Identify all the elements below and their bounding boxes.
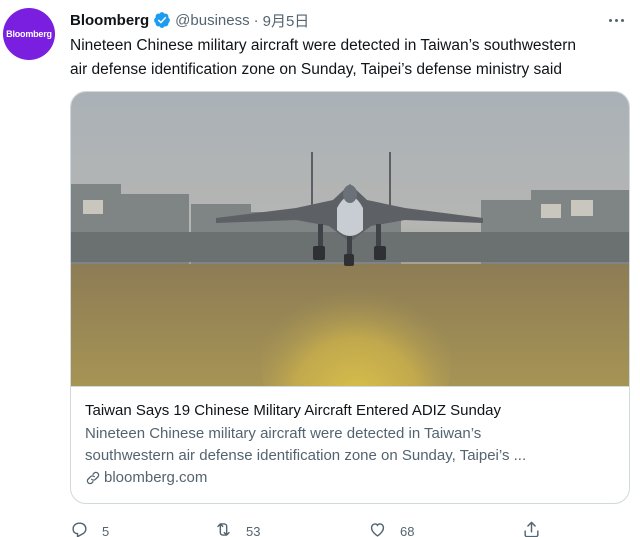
header-separator: · bbox=[253, 11, 259, 29]
handle[interactable]: @business bbox=[175, 12, 249, 29]
share-icon bbox=[522, 520, 541, 537]
reply-count: 5 bbox=[102, 523, 110, 537]
reply-icon bbox=[70, 520, 89, 537]
card-title: Taiwan Says 19 Chinese Military Aircraft… bbox=[85, 402, 502, 419]
card-image[interactable] bbox=[71, 92, 629, 452]
verified-badge-icon bbox=[153, 11, 171, 29]
link-icon bbox=[85, 470, 101, 486]
tweet-text-line: Nineteen Chinese military aircraft were … bbox=[70, 37, 577, 54]
tweet-text: Nineteen Chinese military aircraft were … bbox=[70, 34, 630, 82]
display-name[interactable]: Bloomberg bbox=[70, 12, 149, 29]
reply-button[interactable]: 5 bbox=[70, 520, 109, 537]
card-domain[interactable]: bloomberg.com bbox=[85, 468, 207, 488]
card-body[interactable]: Taiwan Says 19 Chinese Military Aircraft… bbox=[71, 386, 629, 503]
tweet[interactable]: Bloomberg Bloomberg @business · 9月5日 Nin… bbox=[0, 0, 640, 537]
timestamp[interactable]: 9月5日 bbox=[263, 10, 310, 31]
tweet-header: Bloomberg @business · 9月5日 bbox=[70, 9, 309, 31]
more-icon[interactable] bbox=[604, 10, 628, 30]
retweet-button[interactable]: 53 bbox=[214, 520, 260, 537]
avatar-logo-text: Bloomberg bbox=[6, 29, 52, 39]
link-card[interactable]: Taiwan Says 19 Chinese Military Aircraft… bbox=[70, 91, 630, 504]
like-icon bbox=[368, 520, 387, 537]
card-description: Nineteen Chinese military aircraft were … bbox=[85, 423, 615, 467]
retweet-count: 53 bbox=[246, 523, 261, 537]
tweet-text-line: air defense identification zone on Sunda… bbox=[70, 61, 562, 78]
retweet-icon bbox=[214, 520, 233, 537]
avatar[interactable]: Bloomberg bbox=[3, 8, 55, 60]
card-domain-text: bloomberg.com bbox=[104, 469, 208, 486]
card-description-line: southwestern air defense identification … bbox=[85, 447, 527, 464]
share-button[interactable] bbox=[522, 520, 541, 537]
tweet-actions: 5 53 68 bbox=[70, 520, 630, 537]
like-count: 68 bbox=[400, 523, 415, 537]
card-description-line: Nineteen Chinese military aircraft were … bbox=[85, 425, 482, 442]
like-button[interactable]: 68 bbox=[368, 520, 414, 537]
